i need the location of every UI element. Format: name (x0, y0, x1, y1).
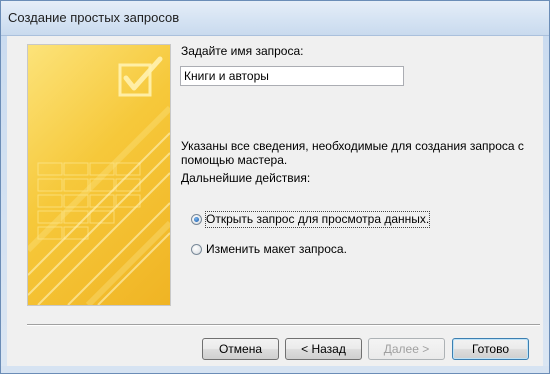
query-name-label: Задайте имя запроса: (181, 44, 304, 58)
wizard-illustration (27, 44, 171, 306)
next-button[interactable]: Далее > (368, 338, 445, 360)
radio-modify-design[interactable] (191, 243, 202, 255)
option-open-query-label[interactable]: Открыть запрос для просмотра данных. (204, 210, 431, 228)
query-name-input[interactable]: Книги и авторы (180, 66, 404, 86)
button-separator (27, 324, 540, 326)
wizard-client-area: Задайте имя запроса: Книги и авторы Указ… (7, 36, 543, 366)
wizard-art-graphic (28, 56, 170, 305)
wizard-window: Создание простых запросов Задайте имя за… (0, 0, 550, 374)
radio-open-query[interactable] (191, 213, 202, 225)
next-actions-label: Дальнейшие действия: (181, 171, 311, 185)
cancel-button[interactable]: Отмена (202, 338, 279, 360)
title-bar[interactable]: Создание простых запросов (1, 1, 549, 36)
option-modify-design[interactable]: Изменить макет запроса. (191, 241, 347, 257)
window-frame-right (543, 36, 549, 373)
back-button[interactable]: < Назад (285, 338, 362, 360)
option-open-query[interactable]: Открыть запрос для просмотра данных. (191, 210, 431, 228)
window-frame-bottom (1, 366, 549, 373)
info-text-line2: помощью мастера. (181, 153, 288, 167)
window-title: Создание простых запросов (8, 10, 180, 25)
info-text-line1: Указаны все сведения, необходимые для со… (181, 139, 524, 153)
finish-button[interactable]: Готово (452, 338, 529, 360)
checkmark-icon (118, 56, 163, 97)
option-modify-design-label[interactable]: Изменить макет запроса. (206, 242, 347, 257)
